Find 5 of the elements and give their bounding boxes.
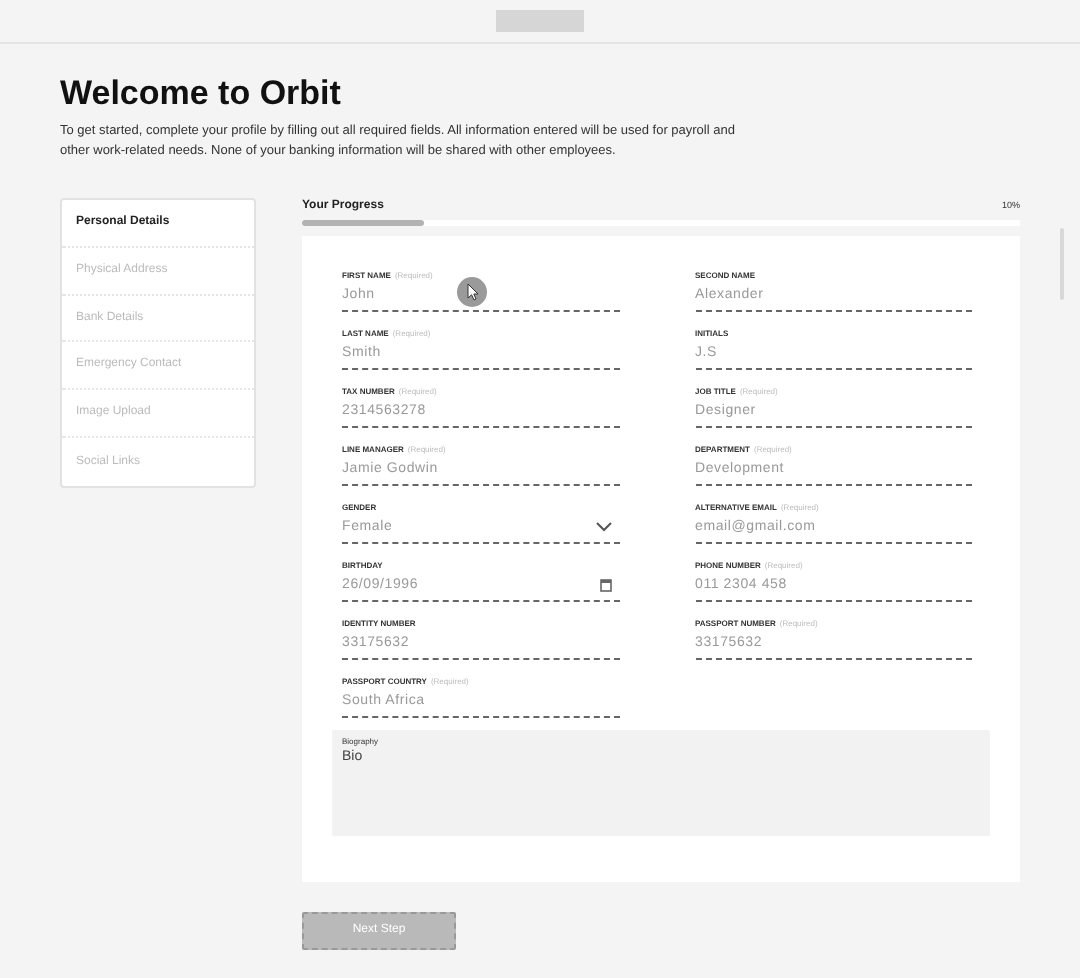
calendar-icon[interactable] (599, 578, 611, 592)
page-title: Welcome to Orbit (60, 74, 343, 114)
chevron-down-icon[interactable] (595, 522, 611, 532)
cursor-icon (456, 276, 488, 308)
logo-placeholder (496, 10, 584, 32)
